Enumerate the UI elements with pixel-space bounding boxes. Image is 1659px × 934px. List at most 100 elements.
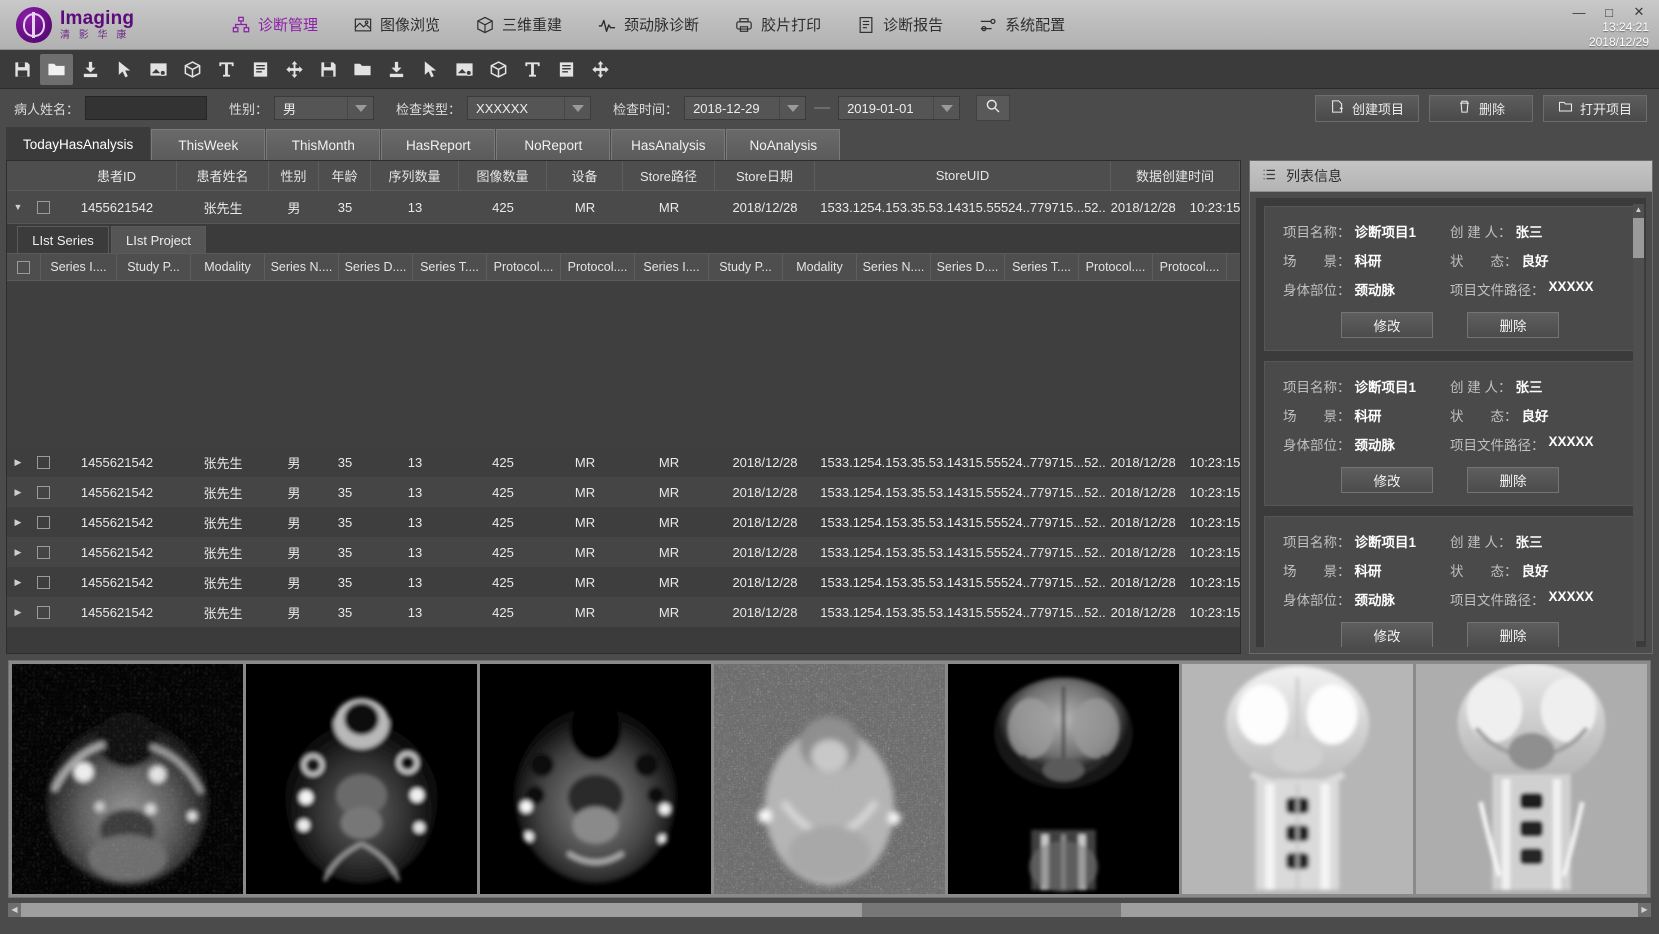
column-header-gender[interactable]: 性别	[269, 161, 319, 190]
mri-coronal-brain-thumbnail[interactable]	[948, 664, 1179, 894]
minimize-icon[interactable]: —	[1565, 2, 1593, 22]
menu-item-diagnosis-report[interactable]: 诊断报告	[841, 8, 959, 41]
tab-this-week[interactable]: ThisWeek	[151, 129, 265, 160]
row-expand-icon[interactable]: ▶	[7, 457, 29, 468]
search-button[interactable]	[976, 95, 1010, 121]
picture-icon[interactable]	[448, 54, 481, 85]
save-icon[interactable]	[312, 54, 345, 85]
download-icon[interactable]	[74, 54, 107, 85]
mri-axial-neck-2-thumbnail[interactable]	[246, 664, 477, 894]
menu-item-film-print[interactable]: 胶片打印	[719, 8, 837, 41]
move-icon[interactable]	[584, 54, 617, 85]
project-card[interactable]: 项目名称： 诊断项目1 创 建 人： 张三 场 景： 科研 状 态： 良好	[1264, 206, 1636, 351]
series-column-series-id-2[interactable]: Series I....	[635, 254, 709, 280]
date-from-select[interactable]: 2018-12-29	[684, 96, 806, 120]
move-icon[interactable]	[278, 54, 311, 85]
table-row[interactable]: ▶ 1455621542 张先生 男 35 13 425 MR MR 2018/…	[7, 507, 1240, 537]
download-icon[interactable]	[380, 54, 413, 85]
column-header-series-count[interactable]: 序列数量	[371, 161, 459, 190]
menu-item-system-settings[interactable]: 系统配置	[963, 8, 1081, 41]
close-icon[interactable]: ✕	[1625, 2, 1653, 22]
edit-project-button[interactable]: 修改	[1341, 312, 1433, 338]
column-header-image-count[interactable]: 图像数量	[459, 161, 547, 190]
mri-coronal-neck-inverted-2-thumbnail[interactable]	[1416, 664, 1647, 894]
delete-button[interactable]: 删除	[1429, 95, 1533, 122]
column-header-patient-id[interactable]: 患者ID	[57, 161, 177, 190]
table-row[interactable]: ▶ 1455621542 张先生 男 35 13 425 MR MR 2018/…	[7, 447, 1240, 477]
create-project-button[interactable]: 创建项目	[1315, 95, 1419, 122]
series-column-protocol-3[interactable]: Protocol....	[1079, 254, 1153, 280]
series-column-series-d-2[interactable]: Series D....	[931, 254, 1005, 280]
column-header-patient-name[interactable]: 患者姓名	[177, 161, 269, 190]
column-header-store-path[interactable]: Store路径	[623, 161, 715, 190]
info-panel-scrollbar[interactable]: ▲	[1633, 204, 1644, 641]
series-column-protocol-1[interactable]: Protocol....	[487, 254, 561, 280]
delete-project-button[interactable]: 删除	[1467, 622, 1559, 647]
delete-project-button[interactable]: 删除	[1467, 312, 1559, 338]
row-expand-icon[interactable]: ▶	[7, 517, 29, 528]
scrollbar-thumb[interactable]	[1633, 218, 1644, 258]
project-card[interactable]: 项目名称： 诊断项目1 创 建 人： 张三 场 景： 科研 状 态： 良好	[1264, 361, 1636, 506]
column-header-created-time[interactable]: 数据创建时间	[1111, 161, 1240, 190]
row-checkbox[interactable]	[29, 516, 57, 529]
folder-open-icon[interactable]	[346, 54, 379, 85]
row-checkbox[interactable]	[29, 606, 57, 619]
save-icon[interactable]	[6, 54, 39, 85]
tab-no-report[interactable]: NoReport	[496, 129, 610, 160]
menu-item-image-browse[interactable]: 图像浏览	[338, 8, 456, 41]
row-checkbox[interactable]	[29, 486, 57, 499]
scroll-up-icon[interactable]: ▲	[1633, 204, 1644, 215]
row-expand-icon[interactable]: ▶	[7, 607, 29, 618]
exam-type-select[interactable]: XXXXXX	[467, 96, 591, 120]
series-column-series-n[interactable]: Series N....	[265, 254, 339, 280]
picture-icon[interactable]	[142, 54, 175, 85]
cursor-icon[interactable]	[108, 54, 141, 85]
scroll-left-icon[interactable]: ◀	[8, 905, 21, 914]
thumbnail-horizontal-scrollbar[interactable]: ◀ ▶	[8, 903, 1651, 917]
row-checkbox[interactable]	[29, 456, 57, 469]
folder-open-icon[interactable]	[40, 54, 73, 85]
row-checkbox[interactable]	[29, 546, 57, 559]
scrollbar-thumb-secondary[interactable]	[1121, 903, 1638, 917]
menu-item-diagnosis-management[interactable]: 诊断管理	[216, 8, 334, 41]
series-select-all[interactable]	[7, 254, 41, 280]
column-header-store-uid[interactable]: StoreUID	[815, 161, 1111, 190]
series-column-series-id[interactable]: Series I....	[41, 254, 117, 280]
tab-today-has-analysis[interactable]: TodayHasAnalysis	[6, 127, 150, 160]
subtab-list-project[interactable]: LIst Project	[111, 226, 206, 253]
project-card[interactable]: 项目名称： 诊断项目1 创 建 人： 张三 场 景： 科研 状 态： 良好	[1264, 516, 1636, 647]
row-expand-icon[interactable]: ▶	[7, 577, 29, 588]
row-expand-icon[interactable]: ▶	[7, 547, 29, 558]
text-icon[interactable]	[210, 54, 243, 85]
series-column-study-p[interactable]: Study P...	[117, 254, 191, 280]
date-to-select[interactable]: 2019-01-01	[838, 96, 960, 120]
mri-axial-noisy-thumbnail[interactable]	[714, 664, 945, 894]
maximize-icon[interactable]: □	[1595, 2, 1623, 22]
document-icon[interactable]	[244, 54, 277, 85]
document-icon[interactable]	[550, 54, 583, 85]
mri-axial-neck-3-thumbnail[interactable]	[480, 664, 711, 894]
delete-project-button[interactable]: 删除	[1467, 467, 1559, 493]
edit-project-button[interactable]: 修改	[1341, 622, 1433, 647]
mri-coronal-neck-inverted-1-thumbnail[interactable]	[1182, 664, 1413, 894]
series-column-series-d[interactable]: Series D....	[339, 254, 413, 280]
row-collapse-icon[interactable]: ▼	[7, 202, 29, 212]
menu-item-3d-reconstruction[interactable]: 三维重建	[460, 8, 578, 41]
cursor-icon[interactable]	[414, 54, 447, 85]
tab-has-analysis[interactable]: HasAnalysis	[611, 129, 725, 160]
series-column-series-t-2[interactable]: Series T....	[1005, 254, 1079, 280]
text-icon[interactable]	[516, 54, 549, 85]
column-header-device[interactable]: 设备	[547, 161, 623, 190]
table-row[interactable]: ▼ 1455621542 张先生 男 35 13 425 MR MR 2018/…	[7, 191, 1240, 223]
mri-axial-neck-1-thumbnail[interactable]	[12, 664, 243, 894]
cube-3d-icon[interactable]	[482, 54, 515, 85]
row-checkbox[interactable]	[29, 576, 57, 589]
scrollbar-thumb[interactable]	[21, 903, 862, 917]
open-project-button[interactable]: 打开项目	[1543, 95, 1647, 122]
cube-3d-icon[interactable]	[176, 54, 209, 85]
column-header-age[interactable]: 年龄	[319, 161, 371, 190]
subtab-list-series[interactable]: LIst Series	[17, 226, 109, 253]
column-header-store-date[interactable]: Store日期	[715, 161, 815, 190]
patient-name-input[interactable]	[85, 96, 207, 120]
table-row[interactable]: ▶ 1455621542 张先生 男 35 13 425 MR MR 2018/…	[7, 567, 1240, 597]
